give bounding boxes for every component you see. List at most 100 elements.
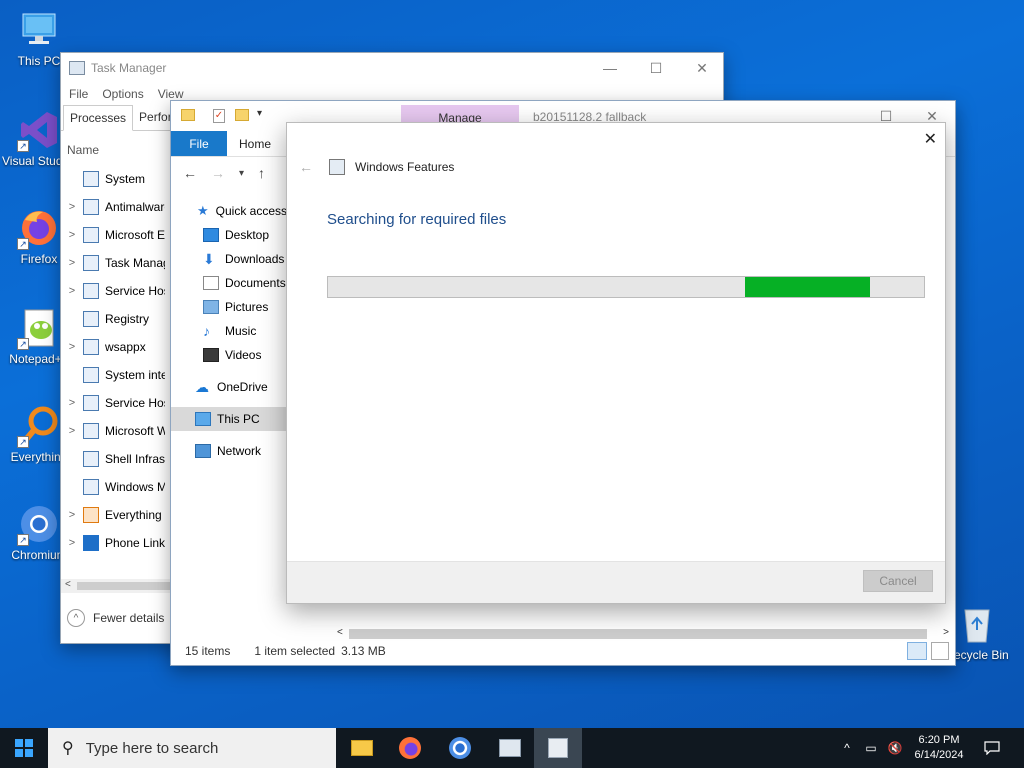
documents-icon — [203, 276, 219, 290]
folder-icon — [351, 740, 373, 756]
process-name: System — [105, 172, 146, 186]
taskbar-chromium[interactable] — [436, 728, 484, 768]
taskbar-file-explorer[interactable] — [338, 728, 386, 768]
chromium-icon — [449, 737, 471, 759]
process-icon — [83, 283, 99, 299]
nav-item-this-pc[interactable]: This PC — [171, 407, 287, 431]
expand-chevron-icon[interactable]: > — [61, 537, 83, 549]
quick-access-dropdown-icon[interactable]: ▾ — [257, 108, 262, 119]
task-manager-icon — [69, 61, 85, 75]
computer-icon — [17, 8, 61, 52]
pictures-icon — [203, 300, 219, 314]
title-bar[interactable]: Task Manager — ☐ ✕ — [61, 53, 723, 83]
nav-item-label: Videos — [225, 348, 262, 362]
taskbar-firefox[interactable] — [386, 728, 434, 768]
firefox-icon: ↗ — [17, 206, 61, 250]
nav-item-documents[interactable]: Documents — [171, 271, 287, 295]
chromium-icon: ↗ — [17, 502, 61, 546]
windows-features-dialog[interactable]: ✕ ← Windows Features Searching for requi… — [286, 122, 946, 604]
ribbon-tab-home[interactable]: Home — [227, 131, 283, 156]
nav-item-music[interactable]: ♪ Music — [171, 319, 287, 343]
clock-date: 6/14/2024 — [914, 749, 964, 761]
nav-item-pictures[interactable]: Pictures — [171, 295, 287, 319]
expand-chevron-icon[interactable]: > — [61, 257, 83, 269]
music-icon: ♪ — [203, 323, 210, 339]
cancel-button[interactable]: Cancel — [863, 570, 933, 592]
maximize-button[interactable]: ☐ — [633, 53, 679, 83]
up-arrow-icon[interactable]: ↑ — [258, 165, 265, 181]
process-icon — [83, 535, 99, 551]
process-icon — [83, 255, 99, 271]
desktop-icon — [203, 228, 219, 242]
nav-item-network[interactable]: Network — [171, 439, 287, 463]
fewer-details-label: Fewer details — [93, 611, 165, 625]
start-button[interactable] — [0, 728, 48, 768]
recent-locations-chevron-icon[interactable]: ▾ — [239, 168, 244, 179]
expand-chevron-icon[interactable]: > — [61, 397, 83, 409]
expand-chevron-icon[interactable]: > — [61, 509, 83, 521]
expand-chevron-icon[interactable]: > — [61, 201, 83, 213]
process-name: wsappx — [105, 340, 146, 354]
star-icon: ★ — [197, 203, 209, 218]
process-icon — [83, 367, 99, 383]
expand-chevron-icon[interactable]: > — [61, 425, 83, 437]
clock-time: 6:20 PM — [918, 734, 960, 746]
ribbon-tab-file[interactable]: File — [171, 131, 227, 156]
dialog-header: ← Windows Features — [299, 159, 454, 175]
search-placeholder: Type here to search — [85, 739, 219, 757]
taskbar-task-manager[interactable] — [486, 728, 534, 768]
expand-chevron-icon[interactable]: > — [61, 341, 83, 353]
fewer-details-button[interactable]: ^ Fewer details — [67, 609, 164, 627]
tab-processes[interactable]: Processes — [63, 105, 134, 131]
close-button[interactable]: ✕ — [679, 53, 723, 83]
network-icon — [195, 444, 211, 458]
notifications-icon[interactable] — [976, 728, 1008, 768]
process-name: Microsoft Windows Search — [105, 424, 165, 438]
nav-item-desktop[interactable]: Desktop — [171, 223, 287, 247]
menu-options[interactable]: Options — [102, 87, 143, 101]
folder-icon — [181, 109, 195, 121]
nav-item-label: Desktop — [225, 228, 270, 242]
nav-item-downloads[interactable]: ⬇ Downloads — [171, 247, 287, 271]
expand-chevron-icon[interactable]: > — [61, 229, 83, 241]
nav-item-onedrive[interactable]: ☁ OneDrive — [171, 375, 287, 399]
nav-item-quick-access[interactable]: ★ Quick access — [171, 199, 287, 223]
back-arrow-icon[interactable]: ← — [299, 159, 313, 175]
selection-size: 3.13 MB — [341, 644, 386, 658]
forward-arrow-icon[interactable]: → — [211, 165, 225, 181]
horizontal-scrollbar[interactable]: < — [61, 579, 171, 593]
new-folder-icon[interactable] — [235, 109, 249, 121]
network-status-icon[interactable]: ▭ — [860, 728, 882, 768]
volume-muted-icon[interactable]: 🔇 — [884, 728, 906, 768]
chevron-up-circle-icon: ^ — [67, 609, 85, 627]
details-view-icon[interactable] — [907, 642, 927, 660]
scroll-left-arrow-icon[interactable]: < — [65, 579, 71, 590]
taskbar-windows-features[interactable] — [534, 728, 582, 768]
visual-studio-icon: ↗ — [17, 108, 61, 152]
nav-item-label: Downloads — [225, 252, 285, 266]
clock[interactable]: 6:20 PM 6/14/2024 — [908, 728, 970, 768]
show-hidden-icons-chevron-icon[interactable]: ^ — [838, 728, 856, 768]
process-icon — [83, 339, 99, 355]
menu-file[interactable]: File — [69, 87, 88, 101]
process-icon — [83, 507, 99, 523]
nav-item-videos[interactable]: Videos — [171, 343, 287, 367]
taskbar-search-box[interactable]: ⚲ Type here to search — [48, 728, 336, 768]
process-icon — [83, 479, 99, 495]
minimize-button[interactable]: — — [587, 53, 633, 83]
large-icons-view-icon[interactable] — [931, 642, 949, 660]
process-name: System interrupts — [105, 368, 165, 382]
process-name: Service Host — [105, 284, 165, 298]
scrollbar-thumb[interactable] — [77, 582, 171, 590]
close-button[interactable]: ✕ — [924, 129, 937, 149]
process-name: Phone Link — [105, 536, 165, 550]
expand-chevron-icon[interactable]: > — [61, 285, 83, 297]
progress-bar — [327, 276, 925, 298]
properties-icon[interactable]: ✓ — [213, 109, 225, 123]
back-arrow-icon[interactable]: ← — [183, 165, 197, 181]
nav-item-label: Documents — [225, 276, 286, 290]
menu-view[interactable]: View — [158, 87, 184, 101]
task-manager-icon — [499, 739, 521, 757]
recycle-bin-icon — [955, 602, 999, 646]
process-icon — [83, 227, 99, 243]
